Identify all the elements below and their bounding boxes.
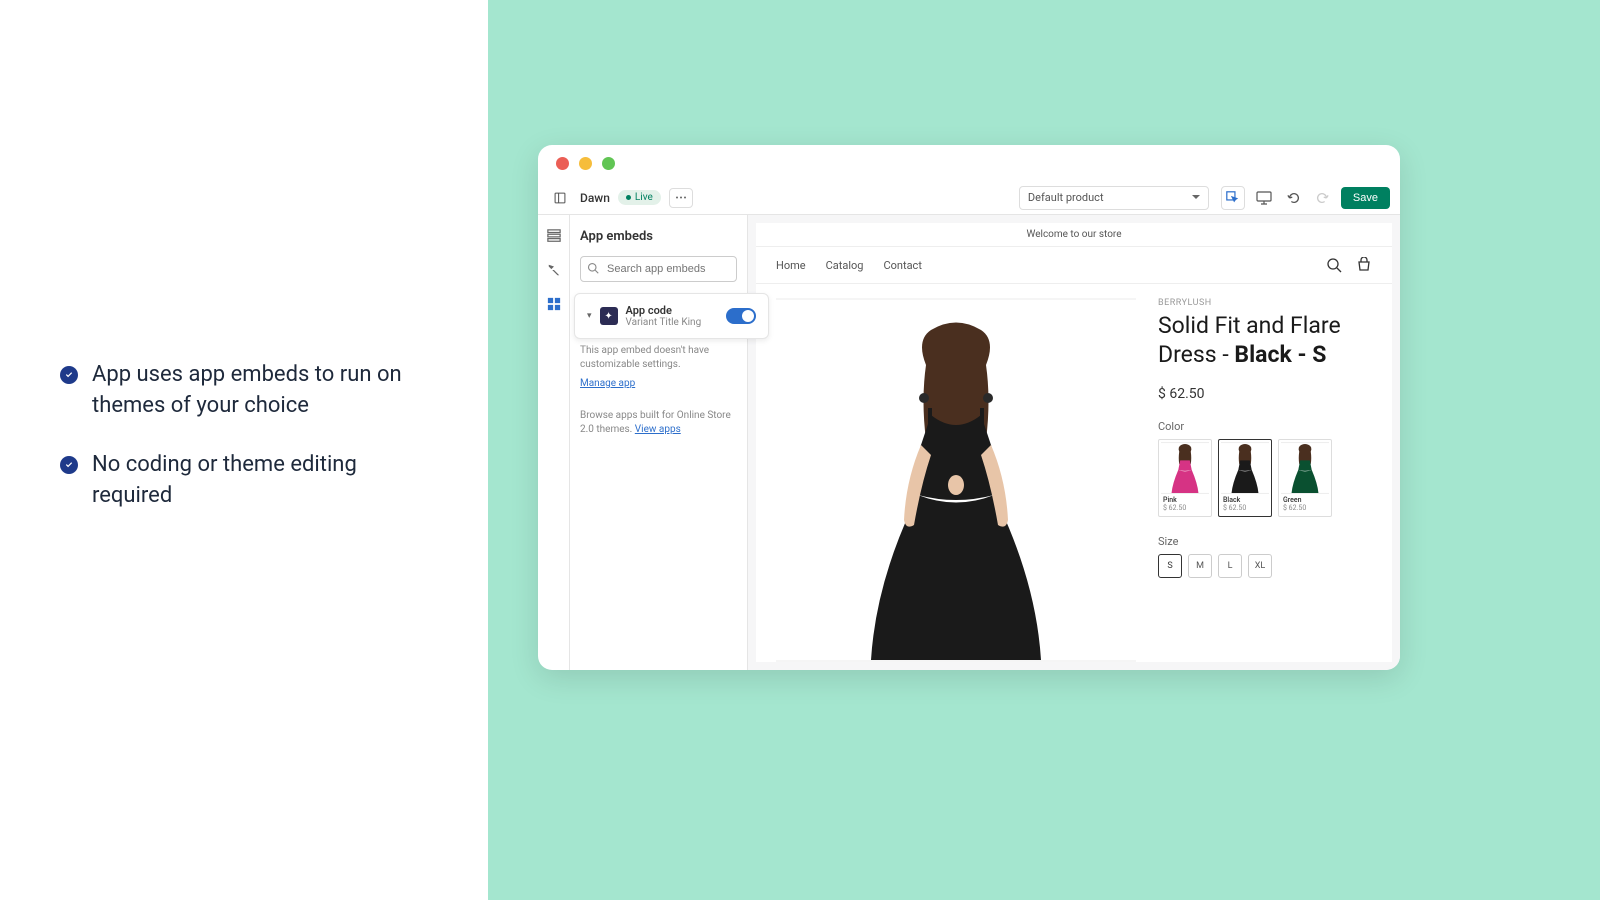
theme-preview: Welcome to our store Home Catalog Contac…	[748, 215, 1400, 670]
sidebar-title: App embeds	[580, 229, 737, 244]
swatch-label: Pink	[1161, 494, 1209, 504]
nav-catalog[interactable]: Catalog	[826, 259, 864, 272]
search-box	[580, 256, 737, 282]
app-embeds-sidebar: App embeds ▾ ✦ App code Variant Title Ki…	[570, 215, 748, 670]
app-embed-subtitle: Variant Title King	[626, 317, 718, 328]
swatch-price: $ 62.50	[1221, 504, 1269, 514]
size-option-xl[interactable]: XL	[1248, 554, 1272, 578]
size-option-l[interactable]: L	[1218, 554, 1242, 578]
live-dot-icon	[626, 195, 631, 200]
check-circle-icon	[60, 366, 78, 384]
search-icon	[587, 262, 599, 274]
minimize-window-icon[interactable]	[579, 157, 592, 170]
product-brand: BERRYLUSH	[1158, 298, 1372, 308]
product-main-image	[776, 298, 1136, 662]
browser-titlebar	[538, 145, 1400, 181]
desktop-viewport-button[interactable]	[1253, 187, 1275, 209]
browser-window: Dawn Live Default product	[538, 145, 1400, 670]
editor-main-area: App embeds ▾ ✦ App code Variant Title Ki…	[538, 215, 1400, 670]
maximize-window-icon[interactable]	[602, 157, 615, 170]
size-option-s[interactable]: S	[1158, 554, 1182, 578]
inspector-button[interactable]	[1221, 186, 1245, 210]
swatch-label: Green	[1281, 494, 1329, 504]
swatch-price: $ 62.50	[1161, 504, 1209, 514]
preview-panel: Dawn Live Default product	[488, 0, 1600, 900]
swatch-thumbnail	[1221, 442, 1269, 494]
editor-nav-rail	[538, 215, 570, 670]
color-option-label: Color	[1158, 420, 1372, 433]
embed-description: This app embed doesn't have customizable…	[580, 344, 737, 372]
color-swatch-black[interactable]: Black $ 62.50	[1218, 439, 1272, 517]
app-embed-toggle[interactable]	[726, 308, 756, 324]
chevron-down-icon: ▾	[587, 311, 592, 321]
search-input[interactable]	[580, 256, 737, 282]
browse-description: Browse apps built for Online Store 2.0 t…	[580, 409, 737, 437]
product-section: BERRYLUSH Solid Fit and Flare Dress - Bl…	[756, 284, 1392, 662]
save-button[interactable]: Save	[1341, 187, 1390, 209]
search-icon[interactable]	[1326, 257, 1342, 273]
template-selector[interactable]: Default product	[1019, 186, 1209, 210]
app-embeds-icon[interactable]	[545, 295, 563, 313]
close-window-icon[interactable]	[556, 157, 569, 170]
product-details: BERRYLUSH Solid Fit and Flare Dress - Bl…	[1158, 298, 1372, 662]
nav-home[interactable]: Home	[776, 259, 806, 272]
redo-button[interactable]	[1313, 189, 1331, 207]
swatch-thumbnail	[1281, 442, 1329, 494]
nav-contact[interactable]: Contact	[883, 259, 921, 272]
chevron-down-icon	[1192, 195, 1200, 200]
feature-text: App uses app embeds to run on themes of …	[92, 360, 428, 422]
app-embed-title: App code	[626, 304, 718, 317]
live-status-badge: Live	[618, 190, 661, 205]
feature-item: App uses app embeds to run on themes of …	[60, 360, 428, 422]
store-frame: Welcome to our store Home Catalog Contac…	[756, 223, 1392, 662]
store-header: Home Catalog Contact	[756, 247, 1392, 284]
manage-app-link[interactable]: Manage app	[580, 378, 737, 389]
theme-settings-icon[interactable]	[545, 261, 563, 279]
editor-toolbar: Dawn Live Default product	[538, 181, 1400, 215]
app-icon: ✦	[600, 307, 618, 325]
store-nav: Home Catalog Contact	[776, 259, 922, 272]
exit-editor-button[interactable]	[548, 186, 572, 210]
marketing-left-panel: App uses app embeds to run on themes of …	[0, 0, 488, 900]
theme-name-label: Dawn	[580, 191, 610, 205]
color-swatch-pink[interactable]: Pink $ 62.50	[1158, 439, 1212, 517]
view-apps-link[interactable]: View apps	[635, 424, 681, 435]
product-price: $ 62.50	[1158, 386, 1372, 402]
cart-icon[interactable]	[1356, 257, 1372, 273]
swatch-thumbnail	[1161, 442, 1209, 494]
check-circle-icon	[60, 456, 78, 474]
sections-icon[interactable]	[545, 227, 563, 245]
size-options: SMLXL	[1158, 554, 1372, 578]
color-swatches: Pink $ 62.50 Black $ 62.50 Green $ 6	[1158, 439, 1372, 517]
feature-item: No coding or theme editing required	[60, 450, 428, 512]
product-image-placeholder	[776, 298, 1136, 662]
more-actions-button[interactable]	[669, 188, 693, 208]
announcement-bar: Welcome to our store	[756, 223, 1392, 247]
size-option-label: Size	[1158, 535, 1372, 548]
size-option-m[interactable]: M	[1188, 554, 1212, 578]
feature-text: No coding or theme editing required	[92, 450, 428, 512]
swatch-label: Black	[1221, 494, 1269, 504]
undo-button[interactable]	[1285, 189, 1303, 207]
product-title: Solid Fit and Flare Dress - Black - S	[1158, 312, 1372, 370]
swatch-price: $ 62.50	[1281, 504, 1329, 514]
color-swatch-green[interactable]: Green $ 62.50	[1278, 439, 1332, 517]
app-embed-item[interactable]: ▾ ✦ App code Variant Title King	[574, 293, 769, 339]
